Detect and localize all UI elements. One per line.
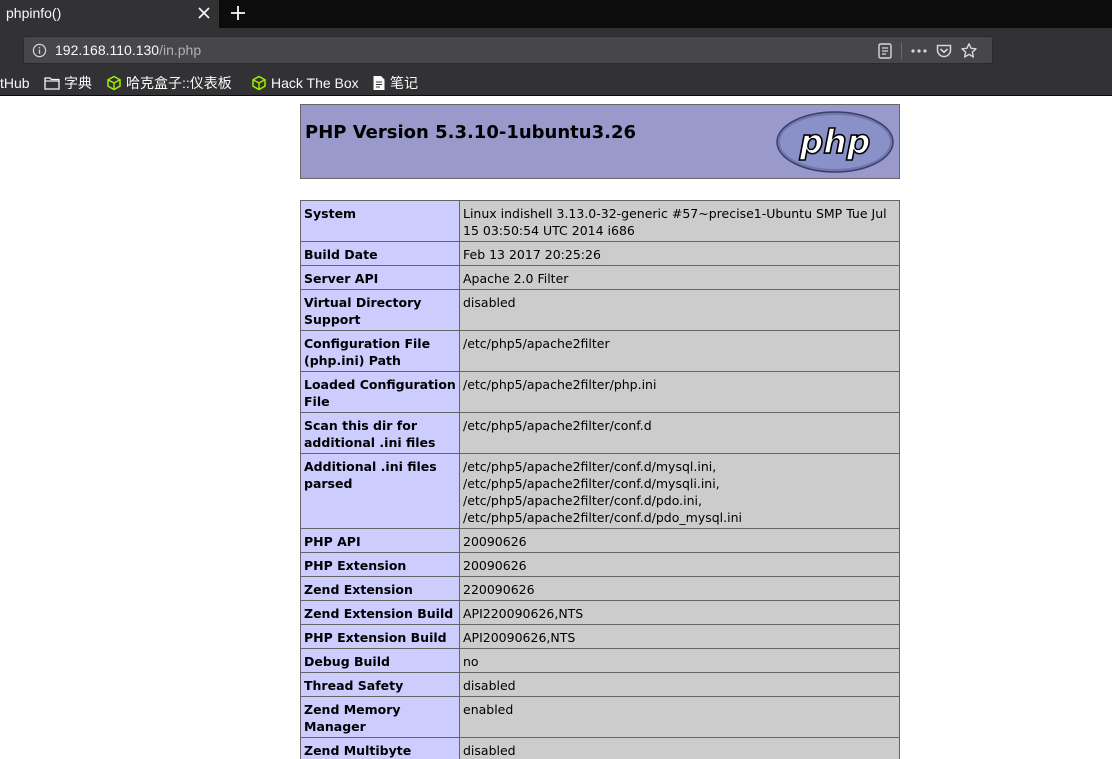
page-title: PHP Version 5.3.10-1ubuntu3.26 bbox=[305, 122, 637, 143]
bookmark-notes[interactable]: 笔记 bbox=[372, 73, 418, 93]
bookmark-label: 字典 bbox=[64, 75, 92, 91]
reader-view-icon[interactable] bbox=[876, 42, 894, 60]
row-value: 20090626 bbox=[459, 528, 900, 553]
url-text[interactable]: 192.168.110.130/in.php bbox=[55, 42, 201, 58]
table-row: PHP Extension Build API20090626,NTS bbox=[300, 624, 900, 649]
document-icon bbox=[373, 76, 385, 90]
url-actions bbox=[876, 42, 986, 60]
phpinfo-table: System Linux indishell 3.13.0-32-generic … bbox=[300, 200, 900, 759]
url-actions-separator bbox=[901, 43, 902, 59]
table-row: Thread Safety disabled bbox=[300, 672, 900, 697]
row-key: PHP Extension Build bbox=[300, 624, 460, 649]
php-logo: php bbox=[776, 111, 894, 173]
table-row: Build Date Feb 13 2017 20:25:26 bbox=[300, 241, 900, 266]
bookmark-label: Hack The Box bbox=[271, 75, 359, 91]
row-key: Zend Multibyte Support bbox=[300, 737, 460, 759]
row-key: Zend Memory Manager bbox=[300, 696, 460, 738]
table-row: Virtual Directory Support disabled bbox=[300, 289, 900, 331]
table-row: Zend Memory Manager enabled bbox=[300, 696, 900, 738]
pocket-icon[interactable] bbox=[935, 42, 953, 60]
php-logo-text: php bbox=[799, 122, 871, 161]
new-tab-plus-icon[interactable] bbox=[229, 4, 247, 22]
table-row: Zend Extension 220090626 bbox=[300, 576, 900, 601]
row-key: Server API bbox=[300, 265, 460, 290]
row-key: Zend Extension bbox=[300, 576, 460, 601]
active-tab[interactable]: phpinfo() bbox=[0, 0, 219, 28]
tab-title: phpinfo() bbox=[6, 5, 62, 21]
row-value: 220090626 bbox=[459, 576, 900, 601]
site-info-icon[interactable] bbox=[32, 43, 47, 58]
row-value: /etc/php5/apache2filter bbox=[459, 330, 900, 372]
folder-icon bbox=[44, 77, 60, 90]
row-value: /etc/php5/apache2filter/conf.d/mysql.ini… bbox=[459, 453, 900, 529]
table-row: PHP Extension 20090626 bbox=[300, 552, 900, 577]
row-key: System bbox=[300, 200, 460, 242]
bookmark-label: tHub bbox=[0, 75, 30, 91]
table-row: Zend Extension Build API220090626,NTS bbox=[300, 600, 900, 625]
row-key: PHP API bbox=[300, 528, 460, 553]
row-value: Apache 2.0 Filter bbox=[459, 265, 900, 290]
row-key: Build Date bbox=[300, 241, 460, 266]
close-tab-icon[interactable] bbox=[196, 5, 212, 21]
url-host: 192.168.110.130 bbox=[55, 42, 160, 58]
htb-cube-icon bbox=[252, 75, 266, 91]
row-value: disabled bbox=[459, 289, 900, 331]
more-actions-icon[interactable] bbox=[910, 42, 928, 60]
row-key: Scan this dir for additional .ini files bbox=[300, 412, 460, 454]
row-value: Feb 13 2017 20:25:26 bbox=[459, 241, 900, 266]
bookmark-htb-dashboard[interactable]: 哈克盒子::仪表板 bbox=[106, 73, 232, 93]
row-value: /etc/php5/apache2filter/conf.d bbox=[459, 412, 900, 454]
row-key: Loaded Configuration File bbox=[300, 371, 460, 413]
row-value: disabled bbox=[459, 672, 900, 697]
bookmarks-toolbar: tHub 字典 哈克盒子::仪表板 Hack The Box 笔记 bbox=[0, 70, 1112, 96]
table-row: Configuration File (php.ini) Path/etc/ph… bbox=[300, 330, 900, 372]
bookmark-hack-the-box[interactable]: Hack The Box bbox=[251, 73, 359, 93]
table-row: PHP API 20090626 bbox=[300, 528, 900, 553]
row-value: API20090626,NTS bbox=[459, 624, 900, 649]
row-value: enabled bbox=[459, 696, 900, 738]
bookmark-label: 笔记 bbox=[390, 75, 418, 91]
row-value: API220090626,NTS bbox=[459, 600, 900, 625]
row-value: disabled bbox=[459, 737, 900, 759]
table-row: Additional .ini files parsed/etc/php5/ap… bbox=[300, 453, 900, 529]
row-key: Configuration File (php.ini) Path bbox=[300, 330, 460, 372]
row-key: Additional .ini files parsed bbox=[300, 453, 460, 529]
row-value: no bbox=[459, 648, 900, 673]
row-key: PHP Extension bbox=[300, 552, 460, 577]
row-key: Debug Build bbox=[300, 648, 460, 673]
url-path: /in.php bbox=[159, 42, 202, 58]
row-value: Linux indishell 3.13.0-32-generic #57~pr… bbox=[459, 200, 900, 242]
htb-cube-icon bbox=[107, 75, 121, 91]
table-row: Server API Apache 2.0 Filter bbox=[300, 265, 900, 290]
bookmark-folder-dictionary[interactable]: 字典 bbox=[44, 73, 92, 93]
page-content: PHP Version 5.3.10-1ubuntu3.26 php Syste… bbox=[0, 96, 1112, 759]
row-key: Virtual Directory Support bbox=[300, 289, 460, 331]
url-bar[interactable]: 192.168.110.130/in.php bbox=[23, 36, 993, 64]
table-row: Zend Multibyte Supportdisabled bbox=[300, 737, 900, 759]
bookmark-star-icon[interactable] bbox=[960, 42, 978, 60]
table-row: Scan this dir for additional .ini files /… bbox=[300, 412, 900, 454]
table-row: System Linux indishell 3.13.0-32-generic … bbox=[300, 200, 900, 242]
bookmark-github[interactable]: tHub bbox=[0, 73, 30, 93]
tab-bar: phpinfo() bbox=[0, 0, 1112, 28]
php-version-header: PHP Version 5.3.10-1ubuntu3.26 php bbox=[300, 104, 900, 179]
row-key: Zend Extension Build bbox=[300, 600, 460, 625]
row-value: 20090626 bbox=[459, 552, 900, 577]
row-value: /etc/php5/apache2filter/php.ini bbox=[459, 371, 900, 413]
bookmark-label: 哈克盒子::仪表板 bbox=[126, 75, 232, 91]
row-key: Thread Safety bbox=[300, 672, 460, 697]
table-row: Debug Build no bbox=[300, 648, 900, 673]
table-row: Loaded Configuration File/etc/php5/apach… bbox=[300, 371, 900, 413]
